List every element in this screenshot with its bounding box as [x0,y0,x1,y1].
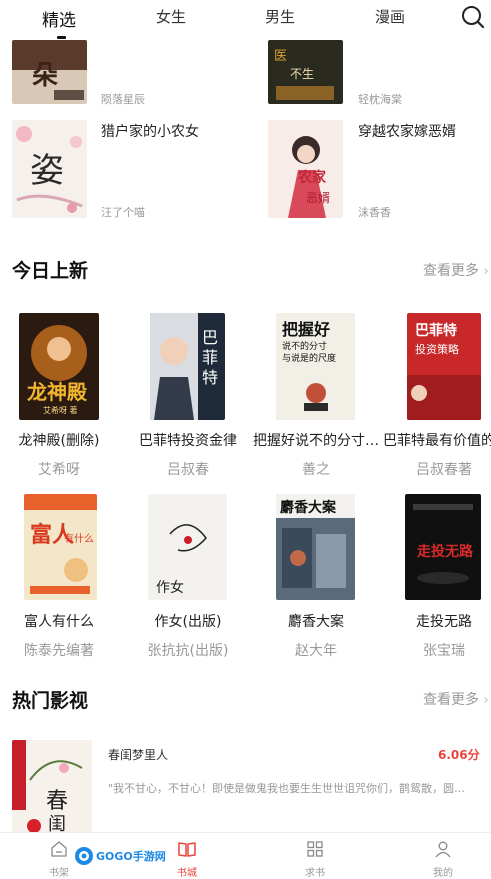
book-cover[interactable]: 农家 恶婿 [268,120,343,218]
svg-text:麝香大案: 麝香大案 [280,499,337,516]
tab-featured[interactable]: 精选 [42,6,76,31]
chevron-right-icon: › [483,264,489,279]
svg-text:春: 春 [46,789,68,814]
book-author: 吕叔春著 [416,462,472,478]
tab-male[interactable]: 男生 [265,6,295,27]
book-title[interactable]: 巴菲特最有价值的投资策略 [383,430,491,450]
view-more-link[interactable]: 查看更多 › [423,689,489,709]
book-cover[interactable]: 把握好 说不的分寸 与说是的尺度 [276,313,355,420]
view-more-link[interactable]: 查看更多 › [423,260,489,280]
open-book-icon [178,842,196,857]
video-title[interactable]: 春闺梦里人 [108,746,168,763]
book-title[interactable]: 猎户家的小农女 [101,121,199,141]
book-cover[interactable]: 姿 [12,120,87,218]
site-watermark-logo: GOGO手游网 [75,847,166,865]
svg-text:姿: 姿 [30,151,64,191]
book-cover[interactable]: 朵 [12,40,87,104]
svg-text:作女: 作女 [156,579,184,596]
section-title-new-today: 今日上新 [12,260,89,282]
book-cover[interactable]: 作女 [148,494,227,600]
book-cover[interactable]: 巴 菲 特 [150,313,225,420]
book-author: 赵大年 [295,643,337,659]
svg-text:把握好: 把握好 [282,320,330,339]
book-author: 轻枕海棠 [358,93,402,106]
book-cover[interactable]: 医 不生 [268,40,343,104]
svg-text:巴菲特: 巴菲特 [415,322,457,339]
svg-text:菲: 菲 [202,348,218,367]
grid-icon [307,841,323,857]
nav-label: 我的 [433,868,453,879]
nav-label: 求书 [305,868,325,879]
svg-text:有什么: 有什么 [64,532,94,545]
book-title[interactable]: 走投无路 [389,611,491,631]
nav-profile[interactable]: 我的 [413,833,473,879]
view-more-label: 查看更多 [423,263,479,279]
book-author: 艾希呀 [38,462,80,478]
svg-text:恶婿: 恶婿 [306,191,330,205]
book-cover[interactable]: 麝香大案 [276,494,355,600]
video-cover[interactable]: 春 闺 [12,740,92,832]
book-cover[interactable]: 走投无路 [405,494,481,600]
book-title[interactable]: 麝香大案 [258,611,374,631]
book-author: 陨落星辰 [101,93,145,106]
book-title[interactable]: 把握好说不的分寸与说是的尺度 [253,430,379,450]
top-tab-bar: 精选 女生 男生 漫画 [0,0,491,40]
video-description: "我不甘心，不甘心！即使是做鬼我也要生生世世诅咒你们，鹊鸳散，圆… [108,782,466,795]
tab-female[interactable]: 女生 [156,6,186,27]
svg-text:朵: 朵 [32,61,58,91]
svg-text:走投无路: 走投无路 [417,543,474,560]
book-cover[interactable]: 富人 有什么 [24,494,97,600]
svg-text:特: 特 [202,368,218,387]
book-cover[interactable]: 龙神殿 艾希呀 著 [19,313,99,420]
tab-comics[interactable]: 漫画 [375,6,405,27]
svg-text:与说是的尺度: 与说是的尺度 [282,352,336,364]
nav-request-book[interactable]: 求书 [285,833,345,879]
search-icon[interactable] [460,4,486,30]
svg-text:农家: 农家 [297,169,327,186]
svg-text:投资策略: 投资策略 [415,342,459,356]
book-author: 沫香香 [358,206,391,219]
book-title[interactable]: 作女(出版) [132,611,244,631]
book-cover[interactable]: 巴菲特 投资策略 [407,313,481,420]
book-title[interactable]: 巴菲特投资金律 [132,430,244,450]
svg-text:医: 医 [274,49,287,64]
chevron-right-icon: › [483,693,489,708]
section-title-hot-video: 热门影视 [12,690,89,712]
home-icon [51,841,67,857]
view-more-label: 查看更多 [423,692,479,708]
active-tab-indicator [57,36,66,39]
book-author: 善之 [302,462,330,478]
book-title[interactable]: 龙神殿(删除) [4,430,114,450]
book-author: 汪了个喵 [101,206,145,219]
book-title[interactable]: 穿越农家嫁恶婿 [358,121,456,141]
book-author: 张抗抗(出版) [147,643,229,659]
svg-text:艾希呀 著: 艾希呀 著 [43,405,78,415]
svg-text:说不的分寸: 说不的分寸 [282,340,327,352]
svg-text:巴: 巴 [202,328,218,347]
svg-text:GOGO手游网: GOGO手游网 [96,849,166,863]
user-icon [435,841,451,858]
svg-text:龙神殿: 龙神殿 [27,380,88,404]
book-title[interactable]: 富人有什么 [4,611,114,631]
book-author: 吕叔春 [167,462,209,478]
svg-text:闺: 闺 [48,814,66,832]
book-author: 张宝瑞 [423,643,465,659]
svg-text:不生: 不生 [290,67,314,81]
book-author: 陈泰先编著 [24,643,94,659]
video-score: 6.06分 [438,748,480,762]
